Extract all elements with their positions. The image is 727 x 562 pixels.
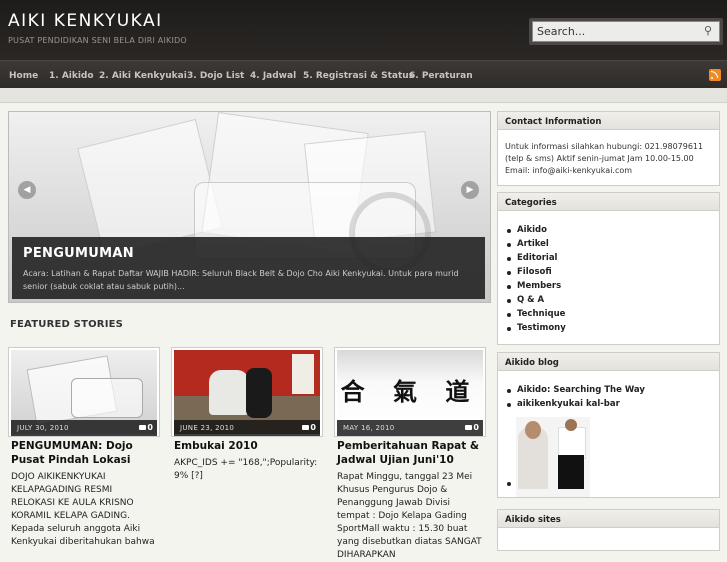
blog-widget: Aikido blog Aikido: Searching The Way ai… [497,352,720,498]
story-excerpt: DOJO AIKIKENKYUKAI KELAPAGADING RESMI RE… [11,472,155,547]
search-box: ⚲ [529,18,723,45]
story-meta: JULY 30, 2010 0 [11,420,157,436]
nav-item-dojo-list[interactable]: 3. Dojo List [187,71,244,81]
nav-item-aiki-kenkyukai[interactable]: 2. Aiki Kenkyukai [99,71,187,81]
comment-icon [139,425,147,430]
categories-list: Aikido Artikel Editorial Filosofi Member… [505,225,566,337]
story-title[interactable]: Pemberitahuan Rapat & Jadwal Ujian Juni'… [337,439,485,467]
nav-item-registrasi[interactable]: 5. Registrasi & Status [303,71,414,81]
story-thumbnail[interactable]: JULY 30, 2010 0 [8,347,160,437]
sub-bar [0,88,727,103]
arrow-right-icon[interactable]: ▶ [461,181,479,199]
comment-icon [302,425,310,430]
story-thumbnail[interactable]: 合 氣 道 MAY 16, 2010 0 [334,347,486,437]
story-thumbnail[interactable]: JUNE 23, 2010 0 [171,347,323,437]
search-input[interactable] [532,21,720,42]
story-title[interactable]: PENGUMUMAN: Dojo Pusat Pindah Lokasi [11,439,159,467]
category-item[interactable]: Editorial [505,253,566,267]
comment-count[interactable]: 0 [139,423,153,432]
widget-title: Aikido sites [498,510,719,528]
slider-excerpt: Acara: Latihan & Rapat Daftar WAJIB HADI… [23,269,459,291]
contact-widget: Contact Information Untuk informasi sila… [497,111,720,186]
blog-item[interactable]: aikikenkyukai kal-bar [505,399,645,413]
category-item[interactable]: Artikel [505,239,566,253]
rss-icon[interactable] [709,69,721,81]
nav-item-home[interactable]: Home [9,71,38,81]
story-title[interactable]: Embukai 2010 [174,439,322,453]
slider-title[interactable]: PENGUMUMAN [23,246,134,261]
nav-item-aikido[interactable]: 1. Aikido [49,71,94,81]
featured-heading: FEATURED STORIES [10,319,124,330]
story-date: JUNE 23, 2010 [180,424,235,432]
widget-title: Categories [498,193,719,211]
kanji-image: 合 氣 道 [340,377,480,406]
categories-widget: Categories Aikido Artikel Editorial Filo… [497,192,720,345]
category-item[interactable]: Q & A [505,295,566,309]
blog-item[interactable]: Aikido: Searching The Way [505,385,645,399]
story-excerpt: AKPC_IDS += "168,";Popularity: 9% [?] [174,458,318,481]
comment-count[interactable]: 0 [465,423,479,432]
blog-bullet [507,482,511,486]
widget-title: Contact Information [498,112,719,130]
blog-photo[interactable] [516,417,590,497]
nav-item-jadwal[interactable]: 4. Jadwal [250,71,296,81]
site-header: AIKI KENKYUKAI PUSAT PENDIDIKAN SENI BEL… [0,0,727,60]
category-item[interactable]: Aikido [505,225,566,239]
story-date: JULY 30, 2010 [17,424,69,432]
comment-icon [465,425,473,430]
search-icon[interactable]: ⚲ [701,24,715,38]
widget-title: Aikido blog [498,353,719,371]
comment-count[interactable]: 0 [302,423,316,432]
site-tagline: PUSAT PENDIDIKAN SENI BELA DIRI AIKIDO [8,36,187,45]
story-date: MAY 16, 2010 [343,424,395,432]
story-excerpt: Rapat Minggu, tanggal 23 Mei Khusus Peng… [337,472,482,560]
blog-list: Aikido: Searching The Way aikikenkyukai … [505,385,645,413]
story-card: JUNE 23, 2010 0 Embukai 2010 AKPC_IDS +=… [171,347,323,481]
story-card: 合 氣 道 MAY 16, 2010 0 Pemberitahuan Rapat… [334,347,486,560]
category-item[interactable]: Filosofi [505,267,566,281]
contact-text: Untuk informasi silahkan hubungi: 021.98… [505,142,704,175]
site-title[interactable]: AIKI KENKYUKAI [8,11,163,31]
arrow-left-icon[interactable]: ◀ [18,181,36,199]
slider-caption: PENGUMUMAN Acara: Latihan & Rapat Daftar… [12,237,485,299]
story-card: JULY 30, 2010 0 PENGUMUMAN: Dojo Pusat P… [8,347,160,547]
main-nav: Home 1. Aikido 2. Aiki Kenkyukai 3. Dojo… [0,60,727,89]
nav-item-peraturan[interactable]: 6. Peraturan [409,71,473,81]
category-item[interactable]: Members [505,281,566,295]
category-item[interactable]: Testimony [505,323,566,337]
featured-slider[interactable]: ◀ ▶ PENGUMUMAN Acara: Latihan & Rapat Da… [8,111,491,303]
story-meta: JUNE 23, 2010 0 [174,420,320,436]
story-meta: MAY 16, 2010 0 [337,420,483,436]
category-item[interactable]: Technique [505,309,566,323]
